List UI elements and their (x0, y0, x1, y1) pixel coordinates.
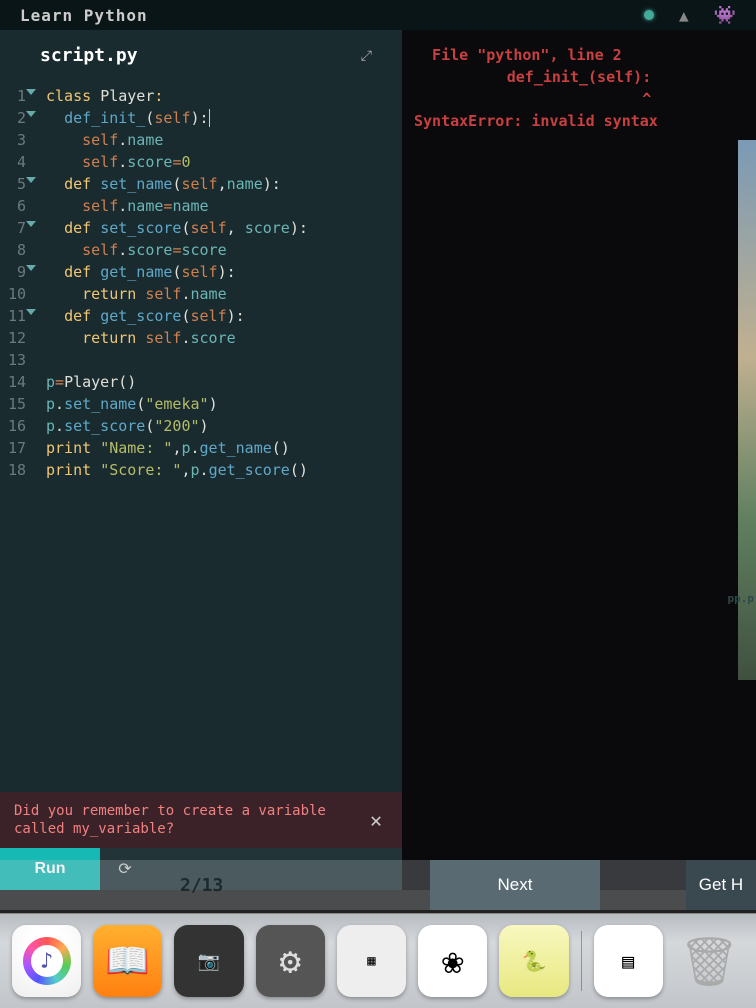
code-line[interactable]: def_init_(self): (46, 107, 402, 129)
editor-filename: script.py (40, 45, 138, 66)
code-editor[interactable]: 123456789101112131415161718 class Player… (0, 81, 402, 792)
code-line[interactable]: return self.score (46, 327, 402, 349)
line-number: 2 (0, 107, 26, 129)
dock-divider (581, 931, 582, 991)
code-line[interactable]: def get_score(self): (46, 305, 402, 327)
line-number: 17 (0, 437, 26, 459)
console-line: File "python", line 2 (414, 44, 744, 66)
dock-trash-icon[interactable]: 🗑 (675, 925, 744, 997)
line-number: 14 (0, 371, 26, 393)
code-line[interactable]: print "Score: ",p.get_score() (46, 459, 402, 481)
code-line[interactable]: print "Name: ",p.get_name() (46, 437, 402, 459)
progress-indicator: 2/13 (0, 875, 223, 896)
editor-header: script.py ⤢ (0, 30, 402, 81)
dock-folder-icon[interactable]: ▤ (594, 925, 663, 997)
main-split: script.py ⤢ 123456789101112131415161718 … (0, 30, 756, 890)
dock-settings-icon[interactable]: ⚙ (256, 925, 325, 997)
next-button[interactable]: Next (430, 860, 600, 910)
fold-icon[interactable] (26, 309, 36, 315)
line-number: 10 (0, 283, 26, 305)
console-line: def_init_(self): (414, 66, 744, 88)
line-number: 1 (0, 85, 26, 107)
dock-python-icon[interactable]: 🐍 (499, 925, 568, 997)
line-number: 18 (0, 459, 26, 481)
mascot-icon[interactable]: 👾 (714, 5, 736, 26)
line-number: 8 (0, 239, 26, 261)
macos-dock: ♪ 📖 📷 ⚙ ▦ ❀ 🐍 ▤ 🗑 (0, 913, 756, 1008)
code-line[interactable]: class Player: (46, 85, 402, 107)
line-number: 6 (0, 195, 26, 217)
top-status: ▲ 👾 (644, 5, 736, 26)
line-number: 4 (0, 151, 26, 173)
user-icon[interactable]: ▲ (679, 6, 689, 25)
dock-photobooth-icon[interactable]: 📷 (174, 925, 243, 997)
hint-bar: Did you remember to create a variable ca… (0, 792, 402, 848)
code-line[interactable]: p.set_score("200") (46, 415, 402, 437)
close-icon[interactable]: ✕ (364, 811, 388, 829)
code-line[interactable] (46, 349, 402, 371)
line-number: 7 (0, 217, 26, 239)
code-line[interactable]: def set_score(self, score): (46, 217, 402, 239)
fold-icon[interactable] (26, 89, 36, 95)
fold-icon[interactable] (26, 265, 36, 271)
code-line[interactable]: def set_name(self,name): (46, 173, 402, 195)
fold-icon[interactable] (26, 111, 36, 117)
code-line[interactable]: self.name=name (46, 195, 402, 217)
dock-ibooks-icon[interactable]: 📖 (93, 925, 162, 997)
get-help-button[interactable]: Get H (686, 860, 756, 910)
code-content[interactable]: class Player: def_init_(self): self.name… (32, 85, 402, 792)
line-gutter: 123456789101112131415161718 (0, 85, 32, 792)
code-line[interactable]: p=Player() (46, 371, 402, 393)
fold-icon[interactable] (26, 177, 36, 183)
code-line[interactable]: p.set_name("emeka") (46, 393, 402, 415)
code-line[interactable]: self.score=score (46, 239, 402, 261)
lesson-footer: 2/13 Next Get H (0, 860, 756, 910)
dock-photos-icon[interactable]: ❀ (418, 925, 487, 997)
code-line[interactable]: def get_name(self): (46, 261, 402, 283)
line-number: 13 (0, 349, 26, 371)
top-bar: Learn Python ▲ 👾 (0, 0, 756, 30)
connection-indicator-icon (644, 10, 654, 20)
line-number: 15 (0, 393, 26, 415)
app-title: Learn Python (20, 6, 148, 25)
dock-itunes-icon[interactable]: ♪ (12, 925, 81, 997)
console-panel: File "python", line 2 def_init_(self): ^… (402, 30, 756, 890)
code-line[interactable]: self.name (46, 129, 402, 151)
dock-app-icon[interactable]: ▦ (337, 925, 406, 997)
line-number: 3 (0, 129, 26, 151)
console-error: SyntaxError: invalid syntax (414, 110, 744, 132)
line-number: 12 (0, 327, 26, 349)
line-number: 5 (0, 173, 26, 195)
line-number: 9 (0, 261, 26, 283)
editor-panel: script.py ⤢ 123456789101112131415161718 … (0, 30, 402, 890)
hint-text: Did you remember to create a variable ca… (14, 802, 364, 838)
desktop-file-label: pp.p (728, 592, 755, 605)
code-line[interactable]: return self.name (46, 283, 402, 305)
fold-icon[interactable] (26, 221, 36, 227)
console-line: ^ (414, 88, 744, 110)
line-number: 16 (0, 415, 26, 437)
code-line[interactable]: self.score=0 (46, 151, 402, 173)
expand-icon[interactable]: ⤢ (361, 48, 372, 64)
line-number: 11 (0, 305, 26, 327)
